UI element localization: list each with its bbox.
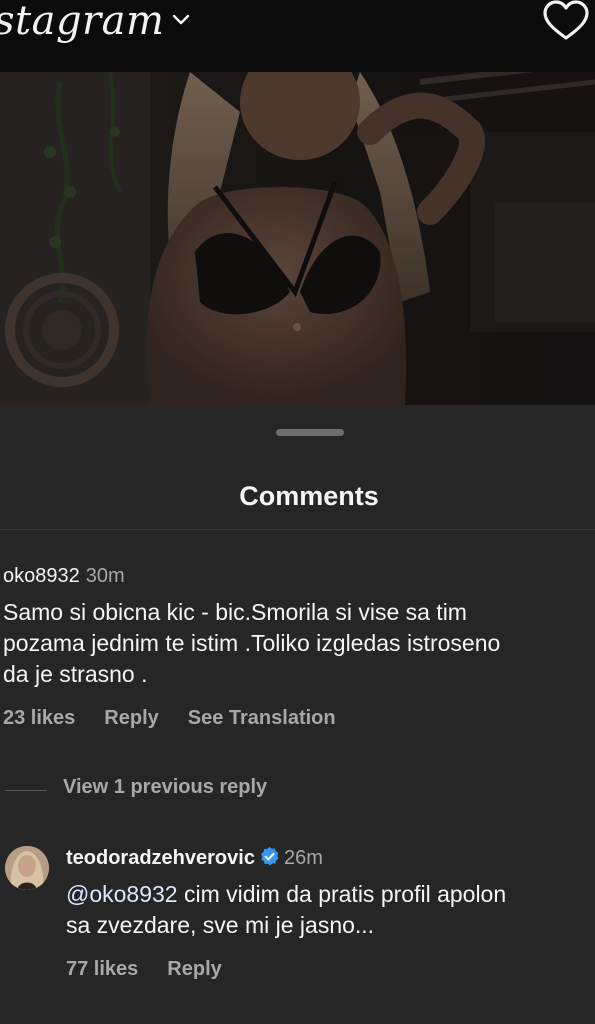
heart-icon[interactable] <box>542 0 590 42</box>
comments-sheet: Comments oko8932 30m Samo si obicna kic -… <box>0 405 595 1024</box>
reply-reply-button[interactable]: Reply <box>167 958 221 980</box>
reply-text: @oko8932 cim vidim da pratis profil apol… <box>66 879 595 941</box>
reply-header: teodoradzehverovic 26m <box>66 846 323 870</box>
verified-badge-icon <box>261 846 279 866</box>
comment-time: 30m <box>85 565 125 587</box>
reply-username[interactable]: teodoradzehverovic <box>66 847 255 869</box>
comment-actions: 23 likes Reply See Translation <box>3 707 365 730</box>
mention-link[interactable]: @oko8932 <box>66 881 178 907</box>
comment-text-line: pozama jednim te istim .Toliko izgledas … <box>3 630 501 656</box>
reply-actions: 77 likes Reply <box>66 958 251 981</box>
see-translation-button[interactable]: See Translation <box>188 707 336 729</box>
comment-reply-button[interactable]: Reply <box>104 707 158 729</box>
comment-likes[interactable]: 23 likes <box>3 707 75 729</box>
comment-header: oko8932 30m <box>3 565 125 588</box>
reply-time: 26m <box>283 847 323 869</box>
post-image <box>0 72 595 405</box>
chevron-down-icon[interactable] <box>172 14 190 26</box>
reply-text-part: cim vidim da pratis profil apolon <box>177 881 507 907</box>
thread-line <box>5 790 47 791</box>
instagram-logo[interactable]: stagram <box>0 0 164 44</box>
reply-text-line: sa zvezdare, sve mi je jasno... <box>66 912 375 938</box>
divider <box>0 529 595 530</box>
comment-text-line: da je strasno . <box>3 661 148 687</box>
avatar[interactable] <box>5 846 49 890</box>
drag-handle[interactable] <box>276 429 344 436</box>
comments-title: Comments <box>239 481 379 511</box>
comment-text-line: Samo si obicna kic - bic.Smorila si vise… <box>3 599 467 625</box>
comment-text: Samo si obicna kic - bic.Smorila si vise… <box>3 597 595 690</box>
comment-username[interactable]: oko8932 <box>3 565 80 587</box>
top-bar: stagram <box>0 0 595 72</box>
view-previous-replies-label[interactable]: View 1 previous reply <box>63 776 267 799</box>
reply-likes[interactable]: 77 likes <box>66 958 138 980</box>
